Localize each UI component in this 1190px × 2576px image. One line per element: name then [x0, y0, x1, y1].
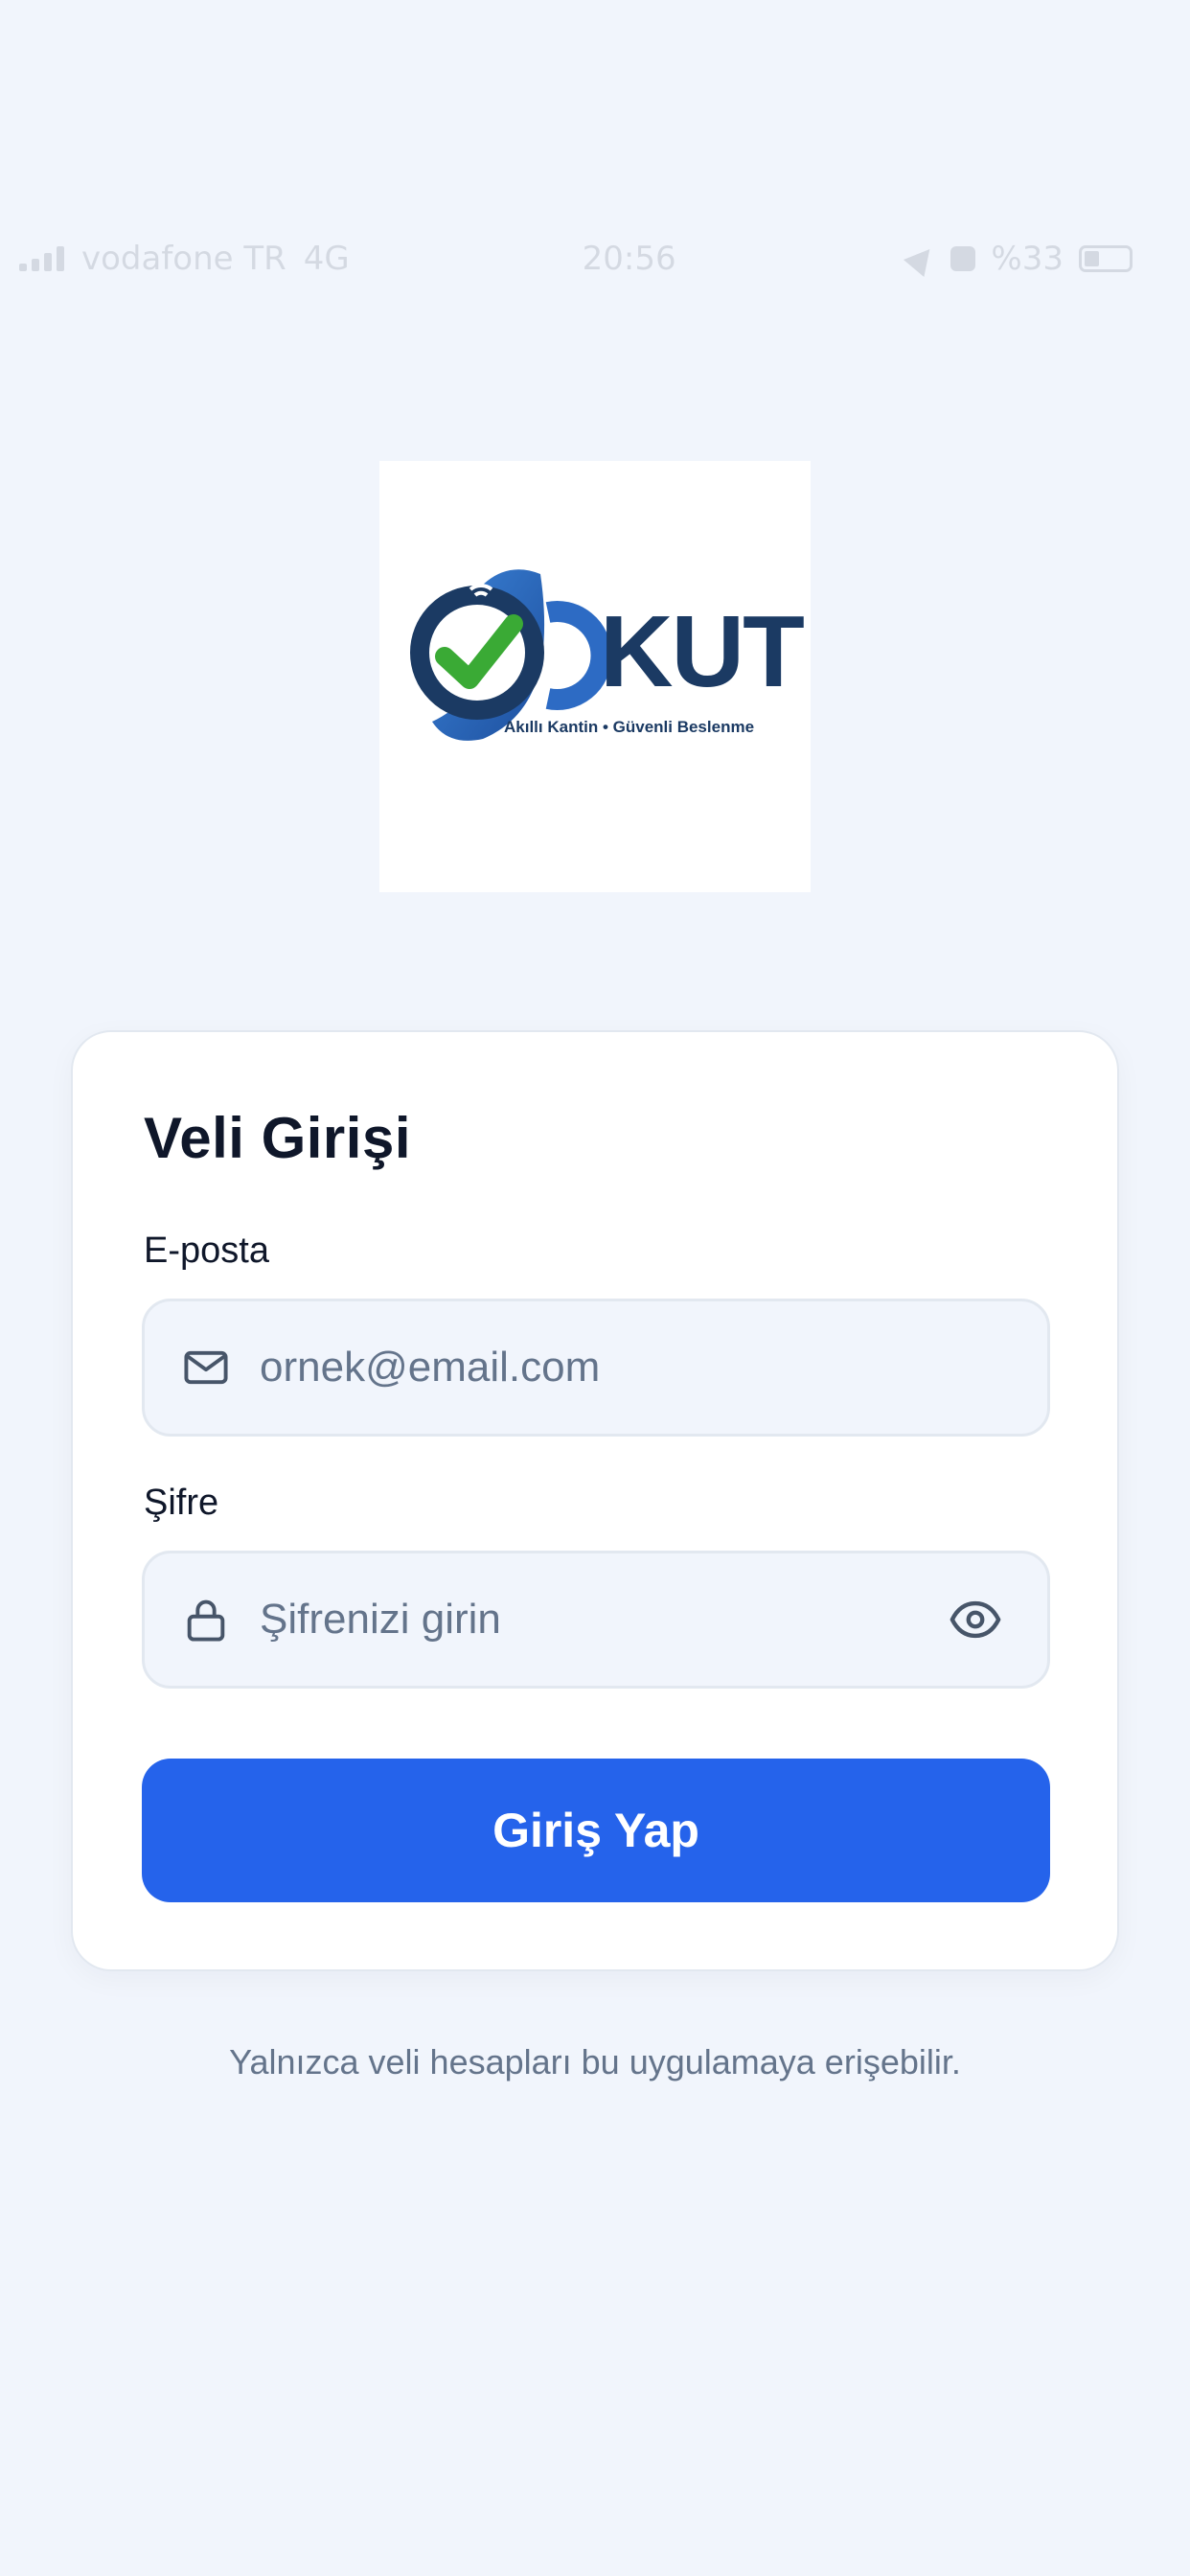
email-input[interactable] — [260, 1301, 930, 1434]
eye-icon[interactable] — [948, 1592, 1003, 1647]
password-input[interactable] — [260, 1553, 930, 1686]
password-label: Şifre — [144, 1483, 219, 1523]
status-left: vodafone TR 4G — [19, 240, 350, 278]
login-card: Veli Girişi E-posta Şifre Giriş Yap — [71, 1030, 1119, 1971]
location-icon — [904, 241, 941, 277]
battery-icon — [1078, 245, 1133, 272]
mail-icon — [184, 1350, 228, 1385]
logo-wordmark: KUT — [600, 595, 805, 708]
card-title: Veli Girişi — [144, 1106, 411, 1170]
battery-percent: %33 — [991, 240, 1064, 278]
status-time: 20:56 — [582, 240, 676, 278]
login-screen: vodafone TR 4G 20:56 %33 KUT Akıllı Kant… — [0, 0, 1190, 2576]
login-button[interactable]: Giriş Yap — [142, 1759, 1050, 1902]
signal-icon — [19, 246, 64, 271]
email-field-wrapper — [142, 1299, 1050, 1437]
status-right: %33 — [904, 240, 1133, 278]
logo-tagline: Akıllı Kantin • Güvenli Beslenme — [504, 718, 755, 736]
network-type: 4G — [303, 240, 350, 278]
status-bar: vodafone TR 4G 20:56 %33 — [0, 230, 1190, 288]
lock-icon — [187, 1599, 225, 1642]
carrier-name: vodafone TR — [81, 240, 286, 278]
orientation-lock-icon — [950, 246, 976, 271]
footer-note: Yalnızca veli hesapları bu uygulamaya er… — [229, 2042, 961, 2082]
app-logo: KUT Akıllı Kantin • Güvenli Beslenme — [379, 461, 811, 892]
email-label: E-posta — [144, 1230, 269, 1271]
password-field-wrapper — [142, 1551, 1050, 1689]
